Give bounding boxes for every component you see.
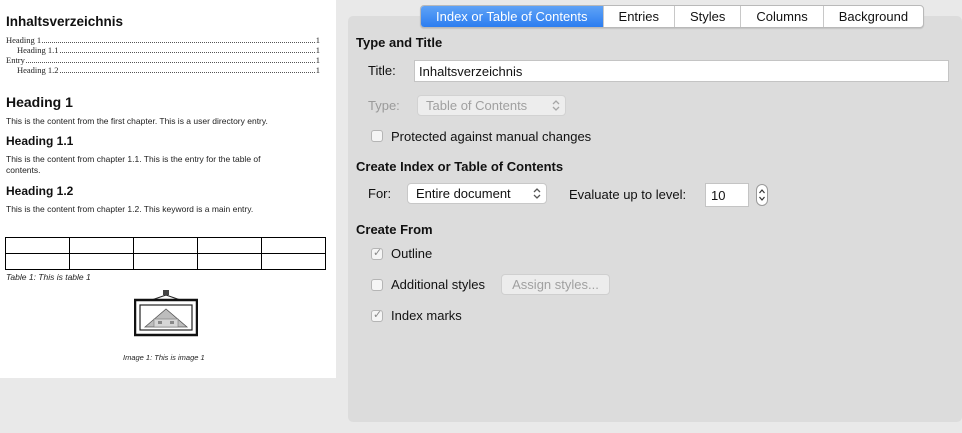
outline-label: Outline: [391, 246, 433, 261]
preview-table: [5, 237, 326, 270]
preview-heading-1-2: Heading 1.2: [6, 184, 74, 198]
preview-heading-1: Heading 1: [6, 94, 73, 110]
section-type-and-title: Type and Title: [356, 35, 443, 50]
for-label: For:: [368, 186, 392, 201]
preview-toc-title: Inhaltsverzeichnis: [6, 14, 124, 29]
preview-toc-entry: Heading 11: [6, 35, 320, 45]
preview-heading-1-1: Heading 1.1: [6, 134, 74, 148]
up-down-chevron-icon: [533, 188, 541, 199]
level-input[interactable]: [705, 183, 749, 207]
preview-toc-entry: Heading 1.2 1: [17, 65, 320, 75]
framed-picture-icon: [134, 290, 198, 337]
outline-checkbox[interactable]: ✓: [371, 247, 383, 260]
section-create-from: Create From: [356, 222, 433, 237]
protected-checkbox[interactable]: [371, 130, 383, 142]
preview-body-1: This is the content from the first chapt…: [6, 116, 268, 126]
protected-label: Protected against manual changes: [391, 129, 592, 144]
assign-styles-button: Assign styles...: [501, 274, 610, 295]
checkmark-icon: ✓: [373, 247, 383, 259]
evaluate-level-label: Evaluate up to level:: [569, 187, 687, 202]
preview-toc-entry: Heading 1.1 1: [17, 45, 320, 55]
preview-image-caption: Image 1: This is image 1: [123, 353, 205, 362]
title-label: Title:: [368, 63, 396, 78]
section-create-index: Create Index or Table of Contents: [356, 159, 564, 174]
tab-entries[interactable]: Entries: [602, 6, 674, 27]
tab-bar: Index or Table of Contents Entries Style…: [420, 5, 925, 28]
document-preview: Inhaltsverzeichnis Heading 11 Heading 1.…: [0, 0, 336, 378]
additional-styles-checkbox[interactable]: [371, 279, 383, 291]
level-spin-button[interactable]: [756, 184, 768, 206]
preview-body-1-1: This is the content from chapter 1.1. Th…: [6, 154, 261, 175]
index-marks-checkbox[interactable]: ✓: [371, 309, 383, 322]
tab-background[interactable]: Background: [822, 6, 923, 27]
type-select: Table of Contents: [417, 95, 566, 116]
preview-table-caption: Table 1: This is table 1: [6, 272, 91, 282]
additional-styles-label: Additional styles: [391, 277, 485, 292]
index-marks-label: Index marks: [391, 308, 462, 323]
type-label: Type:: [368, 98, 400, 113]
preview-toc-entry: Entry 1: [6, 55, 320, 65]
spin-arrows-icon: [759, 189, 765, 201]
up-down-chevron-icon: [552, 100, 560, 111]
tab-index-or-table-of-contents[interactable]: Index or Table of Contents: [421, 6, 603, 27]
tab-styles[interactable]: Styles: [674, 6, 740, 27]
checkmark-icon: ✓: [373, 309, 383, 321]
title-input[interactable]: [414, 60, 949, 82]
tab-columns[interactable]: Columns: [740, 6, 822, 27]
preview-body-1-2: This is the content from chapter 1.2. Th…: [6, 204, 254, 214]
for-select[interactable]: Entire document: [407, 183, 547, 204]
